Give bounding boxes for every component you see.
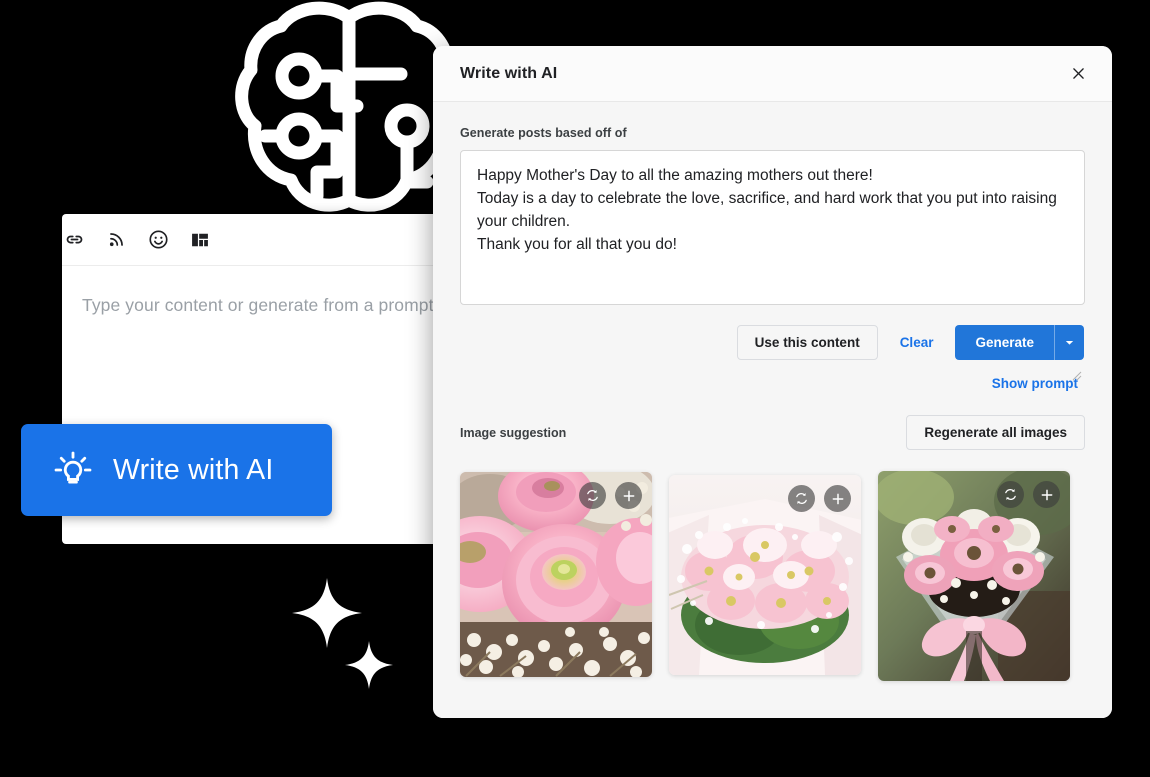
layout-grid-icon[interactable] <box>188 228 212 252</box>
sparkle-icon <box>292 578 362 648</box>
image-item-actions <box>579 482 642 509</box>
image-item-actions <box>788 485 851 512</box>
plus-icon[interactable] <box>824 485 851 512</box>
image-suggestion-list <box>460 471 1085 681</box>
image-suggestion-item[interactable] <box>460 472 652 677</box>
write-with-ai-dialog: Write with AI Generate posts based off o… <box>433 46 1112 718</box>
show-prompt-row: Show prompt <box>460 376 1085 391</box>
use-this-content-button[interactable]: Use this content <box>736 325 878 360</box>
regenerate-icon[interactable] <box>788 485 815 512</box>
plus-icon[interactable] <box>1033 481 1060 508</box>
image-suggestion-label: Image suggestion <box>460 425 567 440</box>
write-with-ai-label: Write with AI <box>113 453 274 486</box>
prompt-input[interactable]: Happy Mother's Day to all the amazing mo… <box>460 150 1085 305</box>
prompt-actions: Use this content Clear Generate <box>460 325 1085 360</box>
regenerate-all-images-button[interactable]: Regenerate all images <box>906 415 1085 450</box>
emoji-icon[interactable] <box>146 228 170 252</box>
rss-icon[interactable] <box>104 228 128 252</box>
image-item-actions <box>997 481 1060 508</box>
image-suggestion-header: Image suggestion Regenerate all images <box>460 415 1085 450</box>
plus-icon[interactable] <box>615 482 642 509</box>
close-icon[interactable] <box>1064 60 1092 88</box>
lightbulb-idea-icon <box>51 448 95 492</box>
chevron-down-icon[interactable] <box>1054 325 1084 360</box>
regenerate-icon[interactable] <box>997 481 1024 508</box>
link-icon[interactable] <box>62 228 86 252</box>
show-prompt-link[interactable]: Show prompt <box>986 376 1084 391</box>
dialog-body: Generate posts based off of Happy Mother… <box>433 102 1112 718</box>
brain-circuit-icon <box>233 0 465 228</box>
generate-button[interactable]: Generate <box>955 325 1054 360</box>
sparkle-icon <box>345 641 393 689</box>
prompt-label: Generate posts based off of <box>460 126 627 140</box>
dialog-header: Write with AI <box>433 46 1112 102</box>
write-with-ai-button[interactable]: Write with AI <box>21 424 332 516</box>
dialog-title: Write with AI <box>460 64 558 82</box>
image-suggestion-item[interactable] <box>878 471 1070 681</box>
screen: Type your content or generate from a pro… <box>0 0 1150 777</box>
clear-button[interactable]: Clear <box>894 335 940 350</box>
generate-split-button[interactable]: Generate <box>955 325 1084 360</box>
image-suggestion-item[interactable] <box>669 475 861 675</box>
regenerate-icon[interactable] <box>579 482 606 509</box>
